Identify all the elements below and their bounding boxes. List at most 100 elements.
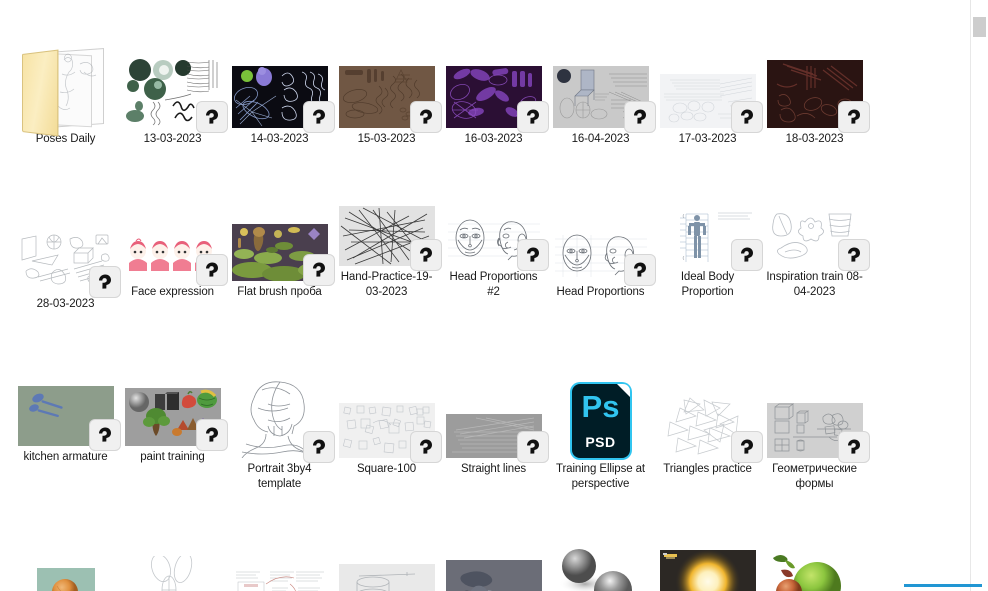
icon-grid: Poses Daily 13-03-2023 14-03-2023 15-03-… xyxy=(12,24,971,591)
file-name-label: Portrait 3by4 template xyxy=(247,463,312,490)
file-item-14-03-2023[interactable]: 14-03-2023 xyxy=(226,24,334,189)
file-item-simple-geometric-forms[interactable]: Простые геометрические формы xyxy=(333,514,440,591)
thumbnail-art xyxy=(124,556,221,591)
thumbnail[interactable] xyxy=(656,189,762,270)
krita-document-badge-icon xyxy=(517,102,548,132)
file-item-training-ellipse-at-perspective[interactable]: Ps PSD Training Ellipse at perspective xyxy=(547,354,654,514)
file-name-label: Inspiration train 08-04-2023 xyxy=(766,271,863,298)
thumbnail[interactable] xyxy=(335,354,441,462)
krita-document-badge-icon xyxy=(838,102,869,132)
file-name-label: kitchen armature xyxy=(23,450,108,463)
file-item-15-03-2023[interactable]: 15-03-2023 xyxy=(333,24,441,189)
thumbnail[interactable] xyxy=(14,514,118,591)
thumbnail[interactable] xyxy=(335,189,441,270)
thumbnail[interactable] xyxy=(14,354,120,450)
thumbnail[interactable] xyxy=(335,514,439,591)
thumbnail[interactable] xyxy=(549,514,653,591)
file-item-28-03-2023[interactable]: 28-03-2023 xyxy=(12,189,120,354)
file-item-svetoten-na-sfere[interactable]: Светотень на сфере xyxy=(547,514,654,591)
thumbnail[interactable] xyxy=(442,189,548,270)
krita-document-badge-icon xyxy=(838,240,869,270)
krita-document-badge-icon xyxy=(624,254,655,285)
thumbnail-art xyxy=(445,560,542,591)
file-item-svetyashchayasya-sfera[interactable]: Светящаяся сфера xyxy=(654,514,761,591)
vertical-scrollbar[interactable] xyxy=(970,17,988,574)
thumbnail[interactable] xyxy=(763,514,867,591)
file-name-label: Hand-Practice-19-03-2023 xyxy=(340,271,433,298)
file-item-head-proportions-2[interactable]: Head Proportions #2 xyxy=(440,189,548,299)
horizontal-scrollbar[interactable] xyxy=(904,584,982,587)
thumbnail[interactable] xyxy=(228,514,332,591)
krita-document-badge-icon xyxy=(89,267,120,297)
file-explorer-content-pane[interactable]: Poses Daily 13-03-2023 14-03-2023 15-03-… xyxy=(0,0,971,591)
file-item-13-03-2023[interactable]: 13-03-2023 xyxy=(119,24,227,189)
file-item-poses-daily[interactable]: Poses Daily xyxy=(12,24,119,189)
thumbnail[interactable] xyxy=(121,354,227,450)
file-item-flat-brush-proba[interactable]: Flat brush проба xyxy=(226,189,334,299)
thumbnail[interactable] xyxy=(14,24,118,137)
thumbnail[interactable] xyxy=(335,24,441,132)
thumbnail[interactable] xyxy=(763,354,869,462)
krita-document-badge-icon xyxy=(410,240,441,270)
file-name-label: Геометрические формы xyxy=(772,463,857,490)
krita-document-badge-icon xyxy=(838,432,869,462)
file-item-head-proportions[interactable]: Head Proportions xyxy=(547,189,655,299)
file-item-square-100[interactable]: Square-100 xyxy=(333,354,441,514)
file-item-kitchen-armature[interactable]: kitchen armature xyxy=(12,354,120,464)
krita-document-badge-icon xyxy=(303,102,334,132)
thumbnail[interactable] xyxy=(442,354,548,462)
file-item-inspiration-train[interactable]: Inspiration train 08-04-2023 xyxy=(761,189,869,299)
thumbnail[interactable] xyxy=(121,514,225,591)
thumbnail[interactable] xyxy=(656,24,762,132)
file-name-label: Head Proportions #2 xyxy=(449,271,538,298)
file-item-18-03-2023[interactable]: 18-03-2023 xyxy=(761,24,869,189)
file-item-paint-training[interactable]: paint training xyxy=(119,354,227,464)
thumbnail[interactable] xyxy=(228,189,334,285)
file-item-linear-perspective[interactable]: Основы линейной перспективы xyxy=(226,514,333,591)
file-item-tsvetnye-sfery[interactable]: Цветные сферы xyxy=(761,514,868,591)
thumbnail[interactable] xyxy=(442,24,548,132)
file-name-label: Triangles practice xyxy=(663,463,752,475)
file-item-material-derevo[interactable]: Материал - Дерево#1 xyxy=(12,514,119,591)
vertical-scrollbar-thumb[interactable] xyxy=(973,17,986,37)
file-item-straight-lines[interactable]: Straight lines xyxy=(440,354,548,514)
thumbnail[interactable] xyxy=(228,354,334,462)
krita-document-badge-icon xyxy=(517,432,548,462)
thumbnail[interactable]: Ps PSD xyxy=(549,354,653,458)
file-item-perspective-practice[interactable]: Основы линейной перспективы - практика xyxy=(119,514,226,591)
thumbnail[interactable] xyxy=(763,24,869,132)
file-item-rabota-ot-pyatna[interactable]: Работа от пятна xyxy=(440,514,547,591)
thumbnail[interactable] xyxy=(442,514,546,591)
krita-document-badge-icon xyxy=(731,240,762,270)
thumbnail[interactable] xyxy=(121,24,227,132)
file-name-label: Flat brush проба xyxy=(237,285,322,298)
thumbnail[interactable] xyxy=(549,24,655,132)
file-item-17-03-2023[interactable]: 17-03-2023 xyxy=(654,24,762,189)
file-item-ideal-body-proportion[interactable]: Ideal Body Proportion xyxy=(654,189,762,299)
file-name-label: 17-03-2023 xyxy=(678,133,737,145)
file-item-geometric-forms[interactable]: Геометрические формы xyxy=(761,354,869,514)
thumbnail[interactable] xyxy=(228,24,334,132)
thumbnail[interactable] xyxy=(549,189,655,285)
thumbnail[interactable] xyxy=(121,189,227,285)
thumbnail-art xyxy=(659,550,756,591)
thumbnail[interactable] xyxy=(656,354,762,462)
thumbnail-art xyxy=(766,548,863,591)
krita-document-badge-icon xyxy=(731,102,762,132)
psd-app-abbrev: Ps xyxy=(581,389,620,424)
file-item-portrait-template[interactable]: Portrait 3by4 template xyxy=(226,354,334,514)
thumbnail[interactable] xyxy=(656,514,760,591)
file-item-hand-practice[interactable]: Hand-Practice-19-03-2023 xyxy=(333,189,441,299)
thumbnail[interactable] xyxy=(763,189,869,270)
krita-document-badge-icon xyxy=(410,432,441,462)
thumbnail-art xyxy=(36,568,95,591)
krita-document-badge-icon xyxy=(303,254,334,285)
file-item-face-expression[interactable]: Face expression xyxy=(119,189,227,299)
file-item-triangles-practice[interactable]: Triangles practice xyxy=(654,354,762,514)
file-name-label: Ideal Body Proportion xyxy=(680,271,735,298)
thumbnail[interactable] xyxy=(14,189,120,297)
file-name-label: 28-03-2023 xyxy=(36,298,95,310)
file-item-16-03-2023[interactable]: 16-03-2023 xyxy=(440,24,548,189)
file-name-label: 13-03-2023 xyxy=(143,133,202,145)
file-item-16-04-2023[interactable]: 16-04-2023 xyxy=(547,24,655,189)
